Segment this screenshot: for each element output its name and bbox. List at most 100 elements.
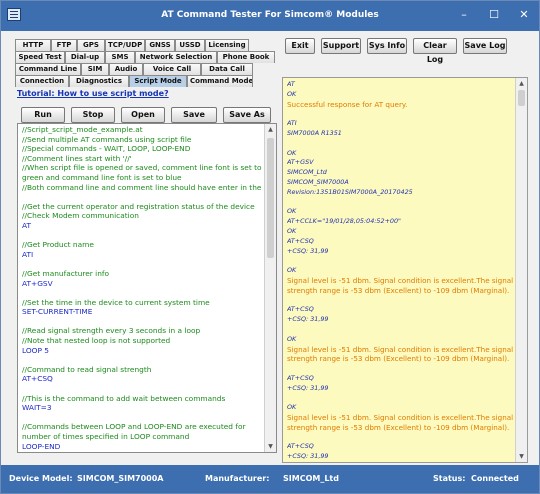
- log-scroll-down-icon[interactable]: ▼: [516, 451, 527, 462]
- log-response-line: SIMCOM_SIM7000A: [287, 177, 349, 186]
- script-comment-line: //Check Modem communication: [22, 211, 139, 221]
- script-command-line: AT+GSV: [22, 278, 53, 288]
- log-blank-line: [287, 296, 513, 306]
- script-comment-line: green and command line font is set to bl…: [22, 172, 182, 182]
- tab-network-selection[interactable]: Network Selection: [135, 51, 217, 63]
- tab-row: Command Line SIM Audio Voice Call Data Call: [15, 63, 277, 75]
- tab-script-mode[interactable]: Script Mode: [129, 75, 187, 87]
- tab-row: Speed Test Dial-up SMS Network Selection Pho…: [15, 51, 277, 63]
- scroll-down-icon[interactable]: ▼: [265, 441, 276, 452]
- tab-command-line[interactable]: Command Line: [15, 63, 81, 75]
- tab-sim[interactable]: SIM: [81, 63, 109, 75]
- connection-status: Connected: [471, 474, 519, 483]
- close-button[interactable]: ✕: [509, 1, 539, 31]
- script-command-line: ATI: [22, 249, 34, 259]
- log-response-line: AT: [287, 80, 295, 88]
- tab-voice-call[interactable]: Voice Call: [143, 63, 201, 75]
- response-log[interactable]: AT OK Successful response for AT query. ATI…: [282, 77, 528, 463]
- script-comment-line: //Comment lines start with '//': [22, 153, 132, 163]
- script-editor[interactable]: //Script_script_mode_example.at//Send mu…: [17, 123, 277, 453]
- maximize-button[interactable]: ☐: [479, 1, 509, 31]
- log-response-line: AT+CCLK="19/01/28,05:04:52+00": [287, 217, 401, 226]
- tab-tcp-udp[interactable]: TCP/UDP: [105, 39, 145, 51]
- run-button[interactable]: Run: [21, 107, 65, 123]
- save-button[interactable]: Save: [171, 107, 217, 123]
- log-scrollbar[interactable]: ▲ ▼: [515, 78, 527, 462]
- tab-connection[interactable]: Connection: [15, 75, 69, 87]
- script-comment-line: //Set the time in the device to current …: [22, 297, 210, 307]
- log-response-line: SIMCOM_Ltd: [287, 168, 327, 177]
- title-bar[interactable]: AT Command Tester For Simcom® Modules – …: [1, 1, 539, 31]
- log-response-line: Revision:1351B01SIM7000A_20170425: [287, 187, 413, 196]
- support-button[interactable]: Support: [321, 38, 361, 54]
- log-response-line: +CSQ: 31,99: [287, 315, 329, 324]
- log-response-line: OK: [287, 207, 297, 216]
- tab-command-mode[interactable]: Command Mode: [187, 75, 253, 87]
- tutorial-link[interactable]: Tutorial: How to use script mode?: [17, 89, 169, 98]
- log-response-line: +CSQ: 31,99: [287, 452, 329, 461]
- log-scroll-up-icon[interactable]: ▲: [516, 78, 527, 89]
- tab-phone-book[interactable]: Phone Book: [217, 51, 275, 63]
- script-comment-line: //Get the current operator and registrat…: [22, 201, 255, 211]
- log-response-line: SIM7000A R1351: [287, 128, 342, 137]
- script-comment-line: //Note that nested loop is not supported: [22, 336, 171, 346]
- log-response-line: AT+GSV: [287, 158, 314, 167]
- scroll-thumb[interactable]: [267, 138, 274, 258]
- feature-tabs: HTTP FTP GPS TCP/UDP GNSS USSD Licensing Speed …: [15, 39, 277, 87]
- tab-data-call[interactable]: Data Call: [201, 63, 253, 75]
- log-scroll-thumb[interactable]: [518, 90, 525, 106]
- app-window: AT Command Tester For Simcom® Modules – …: [0, 0, 540, 494]
- stop-button[interactable]: Stop: [71, 107, 115, 123]
- device-model-label: Device Model:: [9, 474, 73, 483]
- tab-licensing[interactable]: Licensing: [205, 39, 249, 51]
- tab-row: Connection Diagnostics Script Mode Command …: [15, 75, 277, 87]
- log-blank-line: [287, 198, 513, 208]
- tab-http[interactable]: HTTP: [15, 39, 51, 51]
- log-response-line: OK: [287, 226, 297, 235]
- tab-sms[interactable]: SMS: [105, 51, 135, 63]
- log-info-line: Signal level is -51 dbm. Signal conditio…: [287, 413, 513, 423]
- script-comment-line: [22, 288, 264, 298]
- editor-scrollbar[interactable]: ▲ ▼: [264, 124, 276, 452]
- script-comment-line: //Special commands - WAIT, LOOP, LOOP-EN…: [22, 144, 191, 154]
- log-info-line: strength range is -53 dbm (Excellent) to…: [287, 285, 510, 295]
- log-blank-line: [287, 139, 513, 149]
- tab-diagnostics[interactable]: Diagnostics: [69, 75, 129, 87]
- script-comment-line: [22, 192, 264, 202]
- log-response-line: OK: [287, 148, 297, 157]
- log-response-line: OK: [287, 334, 297, 343]
- script-comment-line: //This is the command to add wait betwee…: [22, 393, 226, 403]
- sys-info-button[interactable]: Sys Info: [367, 38, 407, 54]
- script-comment-line: //Both command line and comment line sho…: [22, 182, 264, 192]
- script-lines: //Script_script_mode_example.at//Send mu…: [22, 125, 264, 451]
- script-comment-line: //Read signal strength every 3 seconds i…: [22, 326, 201, 336]
- save-as-button[interactable]: Save As: [223, 107, 271, 123]
- manufacturer-value: SIMCOM_Ltd: [283, 474, 339, 483]
- log-response-line: AT+CSQ: [287, 442, 314, 451]
- script-comment-line: //Get Product name: [22, 240, 94, 250]
- tab-gnss[interactable]: GNSS: [145, 39, 175, 51]
- log-blank-line: [287, 462, 513, 463]
- log-response-line: AT+CSQ: [287, 373, 314, 382]
- open-button[interactable]: Open: [121, 107, 165, 123]
- script-command-line: WAIT=3: [22, 403, 52, 413]
- tab-gps[interactable]: GPS: [77, 39, 105, 51]
- tab-ftp[interactable]: FTP: [51, 39, 77, 51]
- log-lines: AT OK Successful response for AT query. ATI…: [287, 80, 513, 463]
- script-comment-line: [22, 355, 264, 365]
- save-log-button[interactable]: Save Log: [463, 38, 507, 54]
- clear-log-button[interactable]: Clear Log: [413, 38, 457, 64]
- tab-speed-test[interactable]: Speed Test: [15, 51, 65, 63]
- log-response-line: OK: [287, 266, 297, 275]
- script-comment-line: //Commands between LOOP and LOOP-END are…: [22, 422, 246, 432]
- script-mode-panel: Tutorial: How to use script mode? Run St…: [15, 87, 277, 457]
- tab-audio[interactable]: Audio: [109, 63, 143, 75]
- tab-dial-up[interactable]: Dial-up: [65, 51, 105, 63]
- log-info-line: strength range is -53 dbm (Excellent) to…: [287, 422, 510, 432]
- exit-button[interactable]: Exit: [285, 38, 315, 54]
- minimize-button[interactable]: –: [449, 1, 479, 31]
- script-comment-line: [22, 317, 264, 327]
- scroll-up-icon[interactable]: ▲: [265, 124, 276, 135]
- tab-ussd[interactable]: USSD: [175, 39, 205, 51]
- log-blank-line: [287, 364, 513, 374]
